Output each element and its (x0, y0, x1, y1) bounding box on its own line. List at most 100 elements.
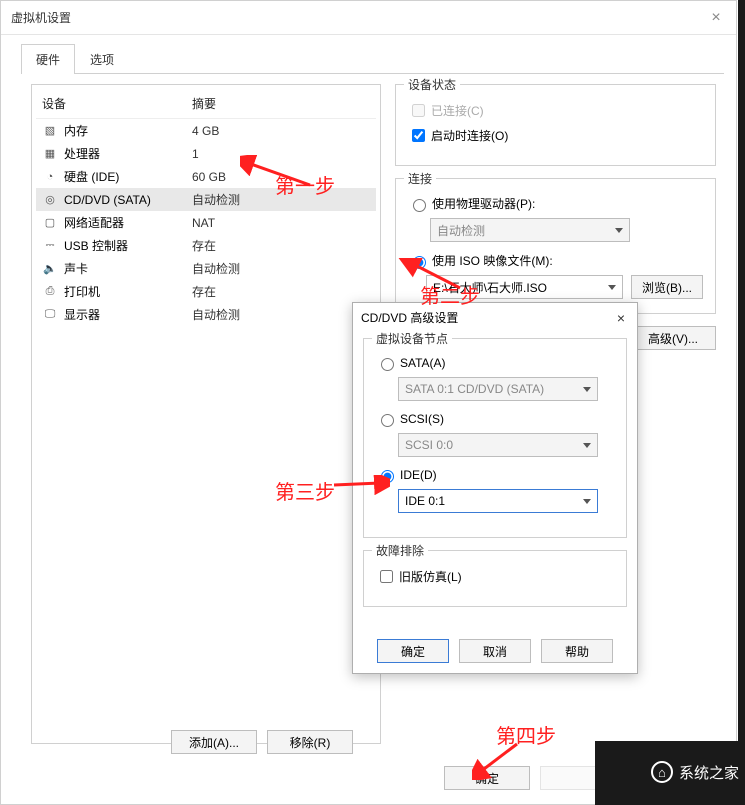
connected-label: 已连接(C) (431, 102, 484, 119)
device-name: 打印机 (64, 283, 192, 300)
device-list-header: 设备 摘要 (36, 91, 376, 119)
printer-icon: ⎙ (42, 284, 58, 300)
tab-options[interactable]: 选项 (75, 44, 129, 74)
ide-radio[interactable] (381, 470, 394, 483)
window-title: 虚拟机设置 (11, 9, 706, 26)
usb-icon: ⎓ (42, 238, 58, 254)
use-iso-radio-row[interactable]: 使用 ISO 映像文件(M): (408, 252, 703, 269)
dialog2-close-icon[interactable]: × (613, 310, 629, 326)
connection-group: 连接 使用物理驱动器(P): 自动检测 使用 ISO 映像文件(M): (395, 178, 716, 314)
tab-strip: 硬件 选项 (21, 43, 724, 74)
dialog2-title: CD/DVD 高级设置 (361, 309, 613, 326)
virtual-node-legend: 虚拟设备节点 (372, 330, 452, 347)
use-physical-radio[interactable] (413, 199, 426, 212)
use-physical-radio-row[interactable]: 使用物理驱动器(P): (408, 195, 703, 212)
scsi-label: SCSI(S) (400, 412, 444, 426)
device-summary: NAT (192, 216, 215, 230)
device-row[interactable]: 🖵 显示器自动检测 (36, 303, 376, 326)
ide-label: IDE(D) (400, 468, 437, 482)
dialog2-titlebar: CD/DVD 高级设置 × (353, 303, 637, 332)
device-name: 处理器 (64, 145, 192, 162)
virtual-node-group: 虚拟设备节点 SATA(A) SATA 0:1 CD/DVD (SATA) SC… (363, 338, 627, 538)
sata-label: SATA(A) (400, 356, 446, 370)
tab-hardware[interactable]: 硬件 (21, 44, 75, 74)
connected-checkbox-row: 已连接(C) (408, 101, 703, 120)
device-summary: 存在 (192, 283, 216, 300)
ok-button[interactable]: 确定 (444, 766, 530, 790)
device-summary: 1 (192, 147, 199, 161)
device-status-group: 设备状态 已连接(C) 启动时连接(O) (395, 84, 716, 166)
device-name: 网络适配器 (64, 214, 192, 231)
device-row[interactable]: ▧ 内存4 GB (36, 119, 376, 142)
device-row[interactable]: ▢ 网络适配器NAT (36, 211, 376, 234)
device-name: USB 控制器 (64, 237, 192, 254)
scsi-combo: SCSI 0:0 (398, 433, 598, 457)
device-name: 显示器 (64, 306, 192, 323)
device-name: 声卡 (64, 260, 192, 277)
watermark: ⌂ 系统之家 (651, 761, 739, 783)
side-dark-strip (738, 0, 745, 805)
connect-poweron-label: 启动时连接(O) (431, 127, 508, 144)
sound-icon: 🔈 (42, 261, 58, 277)
use-iso-radio[interactable] (413, 256, 426, 269)
device-summary: 自动检测 (192, 306, 240, 323)
scsi-radio[interactable] (381, 414, 394, 427)
ide-radio-row[interactable]: IDE(D) (376, 467, 614, 483)
device-row[interactable]: ⎙ 打印机存在 (36, 280, 376, 303)
watermark-text: 系统之家 (679, 762, 739, 783)
connection-legend: 连接 (404, 170, 436, 187)
watermark-icon: ⌂ (651, 761, 673, 783)
device-status-legend: 设备状态 (404, 76, 460, 93)
memory-icon: ▧ (42, 123, 58, 139)
disk-icon: ◔ (42, 169, 58, 185)
cpu-icon: ▦ (42, 146, 58, 162)
connect-poweron-row[interactable]: 启动时连接(O) (408, 126, 703, 145)
troubleshoot-legend: 故障排除 (372, 542, 428, 559)
device-row[interactable]: ◎ CD/DVD (SATA)自动检测 (36, 188, 376, 211)
network-icon: ▢ (42, 215, 58, 231)
device-name: 硬盘 (IDE) (64, 168, 192, 185)
legacy-emulation-label: 旧版仿真(L) (399, 568, 462, 585)
device-summary: 4 GB (192, 124, 219, 138)
remove-button[interactable]: 移除(R) (267, 730, 353, 754)
device-summary: 自动检测 (192, 260, 240, 277)
connected-checkbox (412, 104, 425, 117)
legacy-emulation-checkbox[interactable] (380, 570, 393, 583)
legacy-emulation-row[interactable]: 旧版仿真(L) (376, 567, 614, 586)
device-row[interactable]: 🔈 声卡自动检测 (36, 257, 376, 280)
device-summary: 60 GB (192, 170, 226, 184)
sata-combo: SATA 0:1 CD/DVD (SATA) (398, 377, 598, 401)
dialog2-cancel-button[interactable]: 取消 (459, 639, 531, 663)
add-button[interactable]: 添加(A)... (171, 730, 257, 754)
physical-drive-combo: 自动检测 (430, 218, 630, 242)
device-name: 内存 (64, 122, 192, 139)
device-list-pane: 设备 摘要 ▧ 内存4 GB ▦ 处理器1 ◔ 硬盘 (IDE)60 GB ◎ CD/DVD … (31, 84, 381, 744)
sata-radio[interactable] (381, 358, 394, 371)
sata-radio-row[interactable]: SATA(A) (376, 355, 614, 371)
device-list-buttons: 添加(A)... 移除(R) (171, 730, 353, 754)
troubleshoot-group: 故障排除 旧版仿真(L) (363, 550, 627, 607)
use-iso-label: 使用 ISO 映像文件(M): (432, 252, 553, 269)
device-summary: 存在 (192, 237, 216, 254)
cd-icon: ◎ (42, 192, 58, 208)
scsi-radio-row[interactable]: SCSI(S) (376, 411, 614, 427)
col-device: 设备 (42, 95, 192, 112)
use-physical-label: 使用物理驱动器(P): (432, 195, 535, 212)
device-row[interactable]: ⎓ USB 控制器存在 (36, 234, 376, 257)
connect-poweron-checkbox[interactable] (412, 129, 425, 142)
titlebar: 虚拟机设置 × (1, 1, 736, 35)
col-summary: 摘要 (192, 95, 216, 112)
browse-button[interactable]: 浏览(B)... (631, 275, 703, 299)
advanced-button[interactable]: 高级(V)... (630, 326, 716, 350)
device-row[interactable]: ▦ 处理器1 (36, 142, 376, 165)
device-summary: 自动检测 (192, 191, 240, 208)
ide-combo[interactable]: IDE 0:1 (398, 489, 598, 513)
device-name: CD/DVD (SATA) (64, 193, 192, 207)
device-row[interactable]: ◔ 硬盘 (IDE)60 GB (36, 165, 376, 188)
iso-path-combo[interactable]: E:\石大师\石大师.ISO (426, 275, 623, 299)
dialog2-help-button[interactable]: 帮助 (541, 639, 613, 663)
dialog2-ok-button[interactable]: 确定 (377, 639, 449, 663)
close-icon[interactable]: × (706, 9, 726, 27)
display-icon: 🖵 (42, 307, 58, 323)
dialog2-footer: 确定 取消 帮助 (353, 629, 637, 673)
